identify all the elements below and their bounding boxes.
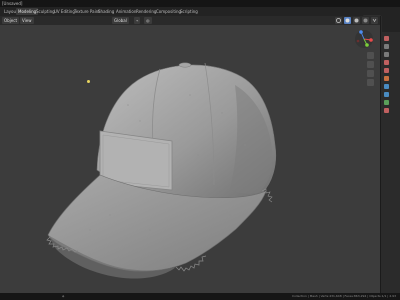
window-title: [Unsaved] bbox=[2, 1, 23, 6]
3d-viewport[interactable] bbox=[0, 25, 380, 293]
world-tab-icon[interactable] bbox=[384, 76, 389, 81]
hand-icon[interactable] bbox=[367, 61, 374, 68]
light-object-icon[interactable] bbox=[87, 80, 90, 83]
properties-panel bbox=[380, 16, 400, 293]
output-tab-icon[interactable] bbox=[384, 52, 389, 57]
zoom-icon[interactable] bbox=[367, 52, 374, 59]
grid-icon[interactable] bbox=[367, 79, 374, 86]
blender-window: [Unsaved] Layout Modeling Sculpting UV E… bbox=[0, 0, 400, 300]
scene-tab-icon[interactable] bbox=[384, 68, 389, 73]
render-tab-icon[interactable] bbox=[384, 44, 389, 49]
viewport-nav-tools bbox=[367, 52, 376, 88]
viewport-header: Object View Global ⌁ ◎ bbox=[0, 16, 380, 25]
title-bar: [Unsaved] bbox=[0, 0, 400, 7]
object-tab-icon[interactable] bbox=[384, 84, 389, 89]
outliner[interactable] bbox=[382, 16, 400, 32]
camera-icon[interactable] bbox=[367, 70, 374, 77]
status-bar: ◈ Collection | Mesh | Verts:431,648 | Fa… bbox=[0, 293, 400, 300]
material-tab-icon[interactable] bbox=[384, 108, 389, 113]
status-stats: Collection | Mesh | Verts:431,648 | Face… bbox=[292, 294, 396, 298]
tab-scripting[interactable]: Scripting bbox=[178, 8, 200, 15]
cap-mesh bbox=[46, 62, 277, 279]
tool-tab-icon[interactable] bbox=[384, 36, 389, 41]
proportional-edit-toggle[interactable]: ◎ bbox=[144, 17, 152, 24]
transform-orientation-dropdown[interactable]: Global bbox=[112, 17, 129, 24]
workspace-tabs: Layout Modeling Sculpting UV Editing Tex… bbox=[0, 7, 400, 22]
view-layer-tab-icon[interactable] bbox=[384, 60, 389, 65]
snap-toggle[interactable]: ⌁ bbox=[134, 17, 141, 24]
navigation-gizmo[interactable] bbox=[354, 29, 374, 49]
status-mouse-icon: ◈ bbox=[62, 294, 65, 298]
shading-modes[interactable] bbox=[335, 17, 379, 24]
mode-dropdown[interactable]: Object bbox=[2, 17, 20, 24]
data-tab-icon[interactable] bbox=[384, 100, 389, 105]
modifier-tab-icon[interactable] bbox=[384, 92, 389, 97]
view-menu[interactable]: View bbox=[20, 17, 34, 24]
